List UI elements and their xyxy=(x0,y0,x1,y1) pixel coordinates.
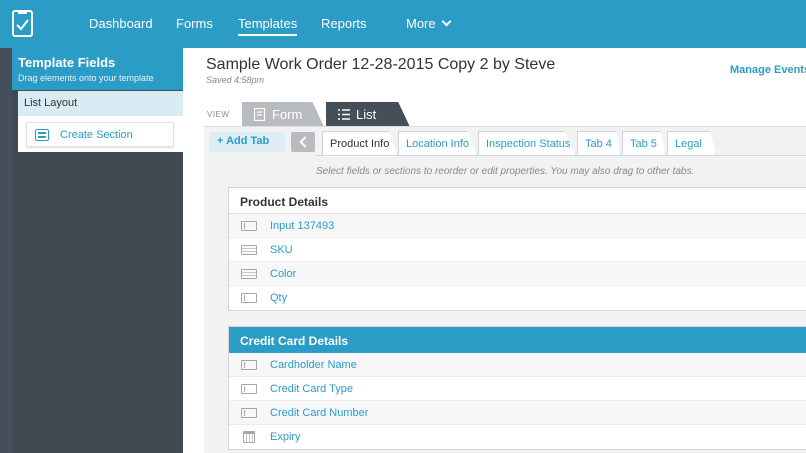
text-field-icon xyxy=(241,293,257,303)
section-icon xyxy=(35,129,49,141)
field-row[interactable]: Cardholder Name xyxy=(229,353,806,377)
text-field-icon xyxy=(241,408,257,418)
field-row[interactable]: Qty xyxy=(229,286,806,310)
nav-forms[interactable]: Forms xyxy=(176,16,213,31)
create-section-label: Create Section xyxy=(60,129,133,141)
field-row[interactable]: Credit Card Type xyxy=(229,377,806,401)
top-nav: Dashboard Forms Templates Reports More xyxy=(0,0,806,48)
field-row[interactable]: Credit Card Number xyxy=(229,401,806,425)
nav-dashboard[interactable]: Dashboard xyxy=(89,16,153,31)
create-section-button[interactable]: Create Section xyxy=(26,122,174,147)
sidebar: Template Fields Drag elements onto your … xyxy=(0,48,183,453)
add-tab-button[interactable]: + Add Tab xyxy=(209,132,285,152)
section-title: Credit Card Details xyxy=(229,327,806,353)
instructions-hint: Select fields or sections to reorder or … xyxy=(316,166,695,177)
list-layout-label: List Layout xyxy=(18,91,183,116)
field-label: Color xyxy=(270,268,297,280)
tab-product-info[interactable]: Product Info xyxy=(322,131,398,157)
view-tab-list-label: List xyxy=(356,107,377,122)
list-icon xyxy=(338,109,350,120)
field-list: Cardholder Name Credit Card Type Credit … xyxy=(229,353,806,449)
nav-more-label: More xyxy=(406,16,436,31)
manage-events-link[interactable]: Manage Events xyxy=(730,64,806,76)
nav-reports[interactable]: Reports xyxy=(321,16,367,31)
field-row[interactable]: SKU xyxy=(229,238,806,262)
template-fields-panel: Template Fields Drag elements onto your … xyxy=(12,48,183,453)
tab-location-info[interactable]: Location Info xyxy=(398,131,477,155)
section-credit-card-details[interactable]: Credit Card Details Cardholder Name Cred… xyxy=(228,326,806,450)
tab-inspection-status[interactable]: Inspection Status xyxy=(478,131,576,155)
view-label: VIEW xyxy=(207,110,230,119)
chevron-down-icon xyxy=(441,16,452,27)
field-list: Input 137493 SKU Color Qty xyxy=(229,214,806,310)
field-label: SKU xyxy=(270,244,293,256)
field-row[interactable]: Input 137493 xyxy=(229,214,806,238)
table-field-icon xyxy=(241,245,257,255)
text-field-icon xyxy=(241,221,257,231)
tab-scroll-left-button[interactable] xyxy=(291,132,315,152)
sidebar-elements-area: Create Section xyxy=(18,116,183,152)
nav-templates[interactable]: Templates xyxy=(238,16,298,36)
add-tab-label: Add Tab xyxy=(226,135,270,147)
field-label: Cardholder Name xyxy=(270,359,357,371)
saved-status: Saved 4:58pm xyxy=(206,75,265,85)
field-label: Credit Card Number xyxy=(270,407,369,419)
nav-more[interactable]: More xyxy=(406,16,452,31)
section-title: Product Details xyxy=(229,188,806,214)
sidebar-title: Template Fields xyxy=(18,55,116,70)
text-field-icon xyxy=(241,360,257,370)
view-tab-list[interactable]: List xyxy=(326,102,410,127)
field-row[interactable]: Color xyxy=(229,262,806,286)
sidebar-subtitle: Drag elements onto your template xyxy=(18,73,154,83)
tab-4[interactable]: Tab 4 xyxy=(577,131,621,155)
section-product-details[interactable]: Product Details Input 137493 SKU Color Q… xyxy=(228,187,806,311)
table-field-icon xyxy=(241,269,257,279)
field-label: Input 137493 xyxy=(270,220,335,232)
field-label: Expiry xyxy=(270,431,301,443)
field-label: Qty xyxy=(270,292,288,304)
app-logo-icon[interactable] xyxy=(12,10,33,37)
tab-legal[interactable]: Legal xyxy=(667,131,716,155)
view-tab-form[interactable]: Form xyxy=(242,102,324,127)
page-title: Sample Work Order 12-28-2015 Copy 2 by S… xyxy=(206,56,556,73)
form-icon xyxy=(254,108,266,121)
sidebar-header: Template Fields Drag elements onto your … xyxy=(12,48,183,90)
calendar-field-icon xyxy=(243,431,255,443)
field-label: Credit Card Type xyxy=(270,383,353,395)
tabs-divider xyxy=(316,155,806,156)
view-tab-form-label: Form xyxy=(272,107,303,122)
tab-5[interactable]: Tab 5 xyxy=(622,131,666,155)
field-row[interactable]: Expiry xyxy=(229,425,806,449)
text-field-icon xyxy=(241,384,257,394)
